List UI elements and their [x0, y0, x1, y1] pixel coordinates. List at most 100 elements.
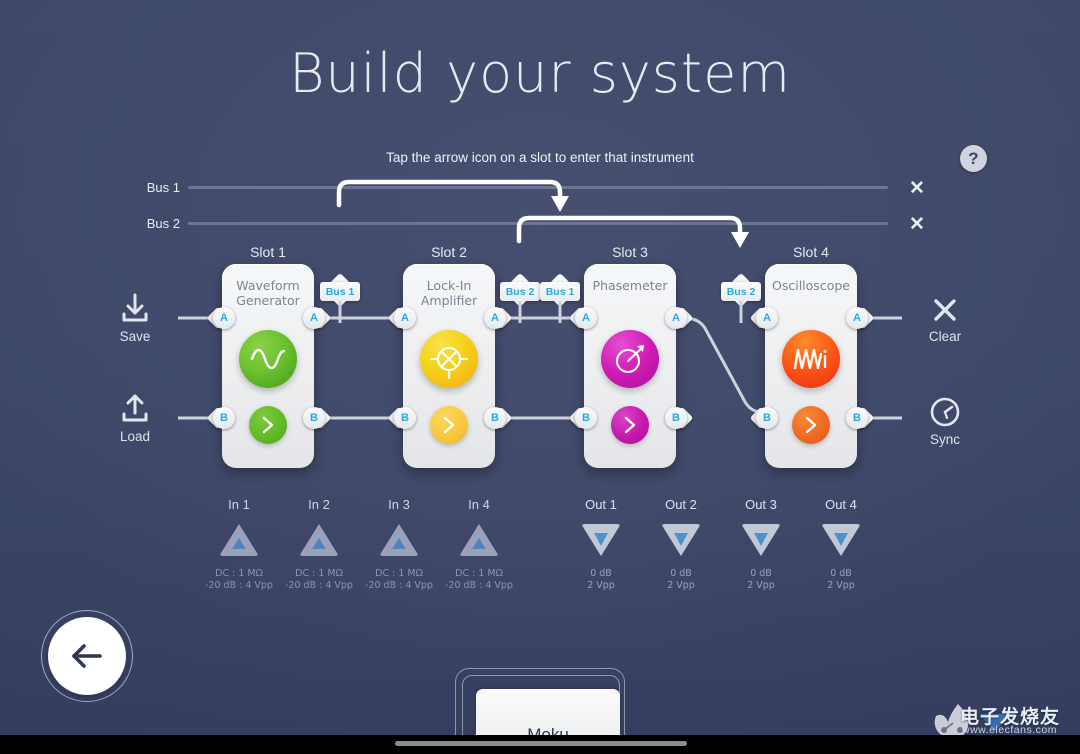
slot-3-input-port-a[interactable]: A [568, 306, 597, 330]
output-1-amplitude: 2 Vpp [587, 580, 615, 591]
input-triangle-icon [220, 524, 258, 556]
slot-2-output-port-a[interactable]: A [484, 306, 513, 330]
slot-2-instrument-name: Lock-In Amplifier [420, 278, 478, 308]
input-2[interactable]: In 2 DC : 1 MΩ -20 dB : 4 Vpp [274, 497, 364, 592]
input-1-label: In 1 [228, 497, 250, 512]
back-button-inner [48, 617, 126, 695]
output-4-label: Out 4 [825, 497, 857, 512]
build-your-system-screen: Build your system Tap the arrow icon on … [0, 0, 1080, 754]
waveform-icon [782, 330, 840, 388]
slot-4-instrument-name: Oscilloscope [772, 278, 850, 293]
output-2[interactable]: Out 2 0 dB 2 Vpp [636, 497, 726, 592]
slot-4-title: Slot 4 [793, 244, 829, 260]
input-1-impedance: DC : 1 MΩ [215, 568, 263, 579]
output-triangle-icon [822, 524, 860, 556]
slot-4-enter-button[interactable] [792, 406, 830, 444]
slot-2-card[interactable]: Lock-In Amplifier [403, 264, 495, 468]
load-label: Load [119, 429, 151, 444]
slot-1-title: Slot 1 [250, 244, 286, 260]
output-3-label: Out 3 [745, 497, 777, 512]
output-3-amplitude: 2 Vpp [747, 580, 775, 591]
bus-tag-label: Bus 2 [500, 282, 540, 301]
clear-button[interactable]: Clear [905, 295, 985, 344]
input-2-range: -20 dB : 4 Vpp [285, 580, 353, 591]
input-4-impedance: DC : 1 MΩ [455, 568, 503, 579]
clear-label: Clear [928, 329, 962, 344]
slot-4-output-port-b[interactable]: B [846, 406, 875, 430]
slot-3-card[interactable]: Phasemeter [584, 264, 676, 468]
slot-3-title: Slot 3 [612, 244, 648, 260]
sync-button[interactable]: Sync [905, 396, 985, 447]
bus-1-close-button[interactable]: ✕ [909, 179, 925, 198]
output-4[interactable]: Out 4 0 dB 2 Vpp [796, 497, 886, 592]
load-upload-icon [122, 394, 148, 422]
slot-2-title: Slot 2 [431, 244, 467, 260]
input-3-label: In 3 [388, 497, 410, 512]
slot-1-card[interactable]: Waveform Generator [222, 264, 314, 468]
slot-4-card[interactable]: Oscilloscope [765, 264, 857, 468]
page-title: Build your system [289, 42, 791, 105]
output-triangle-icon [582, 524, 620, 556]
input-2-label: In 2 [308, 497, 330, 512]
back-button[interactable] [41, 610, 133, 702]
output-1-gain: 0 dB [590, 568, 612, 579]
slot-1-input-port-a[interactable]: A [206, 306, 235, 330]
output-1[interactable]: Out 1 0 dB 2 Vpp [556, 497, 646, 592]
input-4-label: In 4 [468, 497, 490, 512]
phase-dial-icon [601, 330, 659, 388]
input-4[interactable]: In 4 DC : 1 MΩ -20 dB : 4 Vpp [434, 497, 524, 592]
slot-1-output-port-a[interactable]: A [303, 306, 332, 330]
mixer-icon [420, 330, 478, 388]
slot-1-output-port-b[interactable]: B [303, 406, 332, 430]
slot-2-enter-button[interactable] [430, 406, 468, 444]
bus-2-close-button[interactable]: ✕ [909, 215, 925, 234]
load-button[interactable]: Load [95, 393, 175, 444]
slot-3-instrument-name: Phasemeter [592, 278, 668, 293]
slot-3-output-port-a[interactable]: A [665, 306, 694, 330]
output-2-gain: 0 dB [670, 568, 692, 579]
slot-3-input-port-b[interactable]: B [568, 406, 597, 430]
slot-4-output-port-a[interactable]: A [846, 306, 875, 330]
slot-4-input-port-b[interactable]: B [749, 406, 778, 430]
save-label: Save [119, 329, 151, 344]
save-button[interactable]: Save [95, 293, 175, 344]
input-triangle-icon [380, 524, 418, 556]
slot-2-input-port-b[interactable]: B [387, 406, 416, 430]
input-1[interactable]: In 1 DC : 1 MΩ -20 dB : 4 Vpp [194, 497, 284, 592]
bus-2-label: Bus 2 [146, 216, 180, 231]
slot-2-input-port-a[interactable]: A [387, 306, 416, 330]
output-4-amplitude: 2 Vpp [827, 580, 855, 591]
output-3[interactable]: Out 3 0 dB 2 Vpp [716, 497, 806, 592]
input-triangle-icon [460, 524, 498, 556]
slot-3-enter-button[interactable] [611, 406, 649, 444]
slot-3-output-port-b[interactable]: B [665, 406, 694, 430]
close-x-icon [934, 299, 956, 321]
bus-tag-slot3-input[interactable]: Bus 1 [540, 272, 580, 323]
help-icon[interactable]: ? [960, 145, 987, 172]
bus-2-line[interactable] [188, 222, 888, 225]
bus-tag-slot2-output[interactable]: Bus 2 [500, 272, 540, 323]
slot-2-output-port-b[interactable]: B [484, 406, 513, 430]
output-4-gain: 0 dB [830, 568, 852, 579]
output-2-amplitude: 2 Vpp [667, 580, 695, 591]
slot-1-instrument-name: Waveform Generator [236, 278, 300, 308]
slot-1-enter-button[interactable] [249, 406, 287, 444]
bus-tag-label: Bus 2 [721, 282, 761, 301]
output-triangle-icon [742, 524, 780, 556]
bus-tag-slot4-input[interactable]: Bus 2 [721, 272, 761, 323]
bus-tag-slot1-output[interactable]: Bus 1 [320, 272, 360, 323]
input-3-impedance: DC : 1 MΩ [375, 568, 423, 579]
arrow-left-icon [72, 644, 102, 668]
input-3[interactable]: In 3 DC : 1 MΩ -20 dB : 4 Vpp [354, 497, 444, 592]
bus-tag-label: Bus 1 [320, 282, 360, 301]
bus-1-line[interactable] [188, 186, 888, 189]
output-triangle-icon [662, 524, 700, 556]
output-2-label: Out 2 [665, 497, 697, 512]
output-1-label: Out 1 [585, 497, 617, 512]
input-3-range: -20 dB : 4 Vpp [365, 580, 433, 591]
slot-1-input-port-b[interactable]: B [206, 406, 235, 430]
watermark-text: 电子发烧友 [960, 707, 1061, 728]
home-indicator[interactable] [395, 741, 687, 746]
sine-wave-icon [239, 330, 297, 388]
slot-4-input-port-a[interactable]: A [749, 306, 778, 330]
